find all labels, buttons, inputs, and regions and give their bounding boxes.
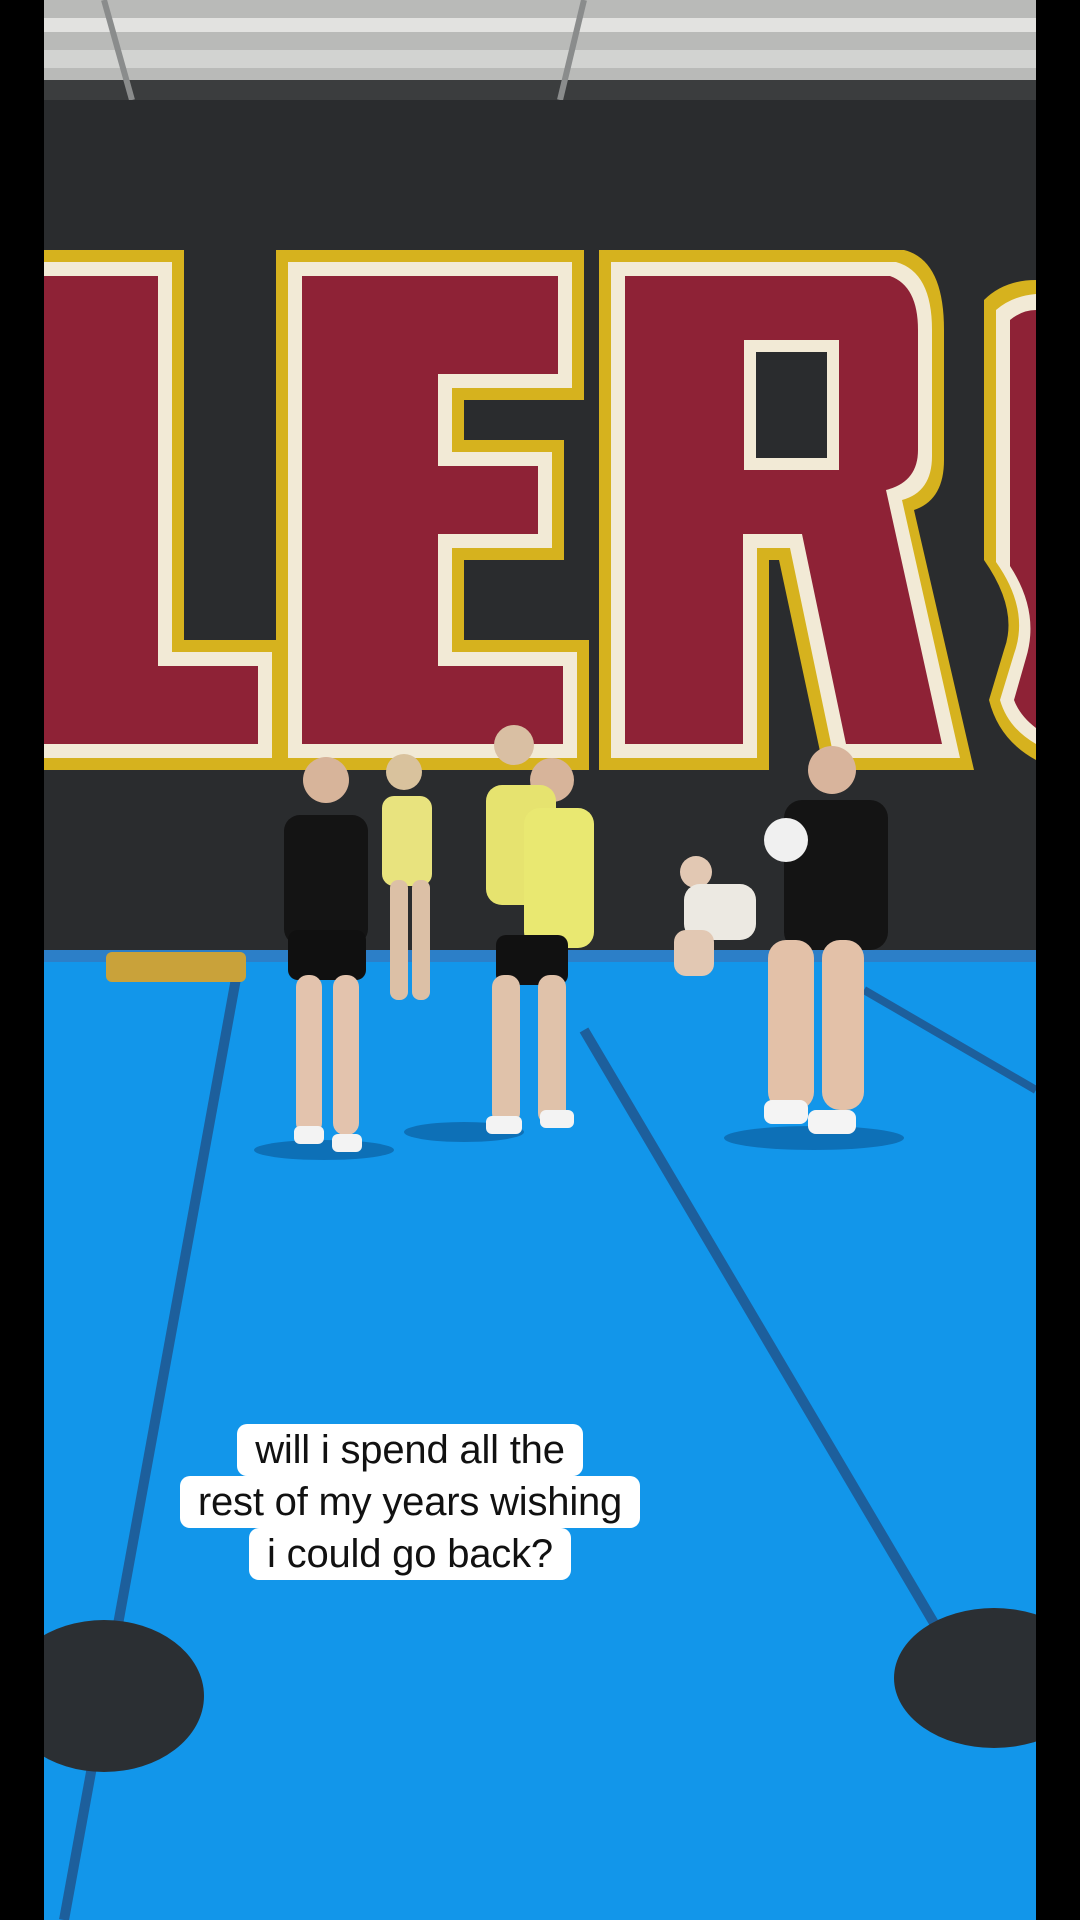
floor-pad bbox=[106, 952, 246, 982]
caption-overlay: will i spend all the rest of my years wi… bbox=[144, 1424, 676, 1580]
video-frame[interactable]: will i spend all the rest of my years wi… bbox=[44, 0, 1036, 1920]
caption-line-3: i could go back? bbox=[249, 1528, 571, 1580]
video-scene bbox=[44, 0, 1036, 1920]
ceiling-beam bbox=[44, 18, 1036, 32]
letter-E-fill bbox=[302, 276, 563, 744]
person-shadow bbox=[254, 1140, 394, 1160]
letter-R-hole-inner bbox=[756, 352, 827, 458]
caption-line-1: will i spend all the bbox=[237, 1424, 583, 1476]
letterbox-left bbox=[0, 0, 44, 1920]
ceiling-beam bbox=[44, 50, 1036, 68]
caption-line-2: rest of my years wishing bbox=[179, 1476, 641, 1528]
letterbox-right bbox=[1036, 0, 1080, 1920]
